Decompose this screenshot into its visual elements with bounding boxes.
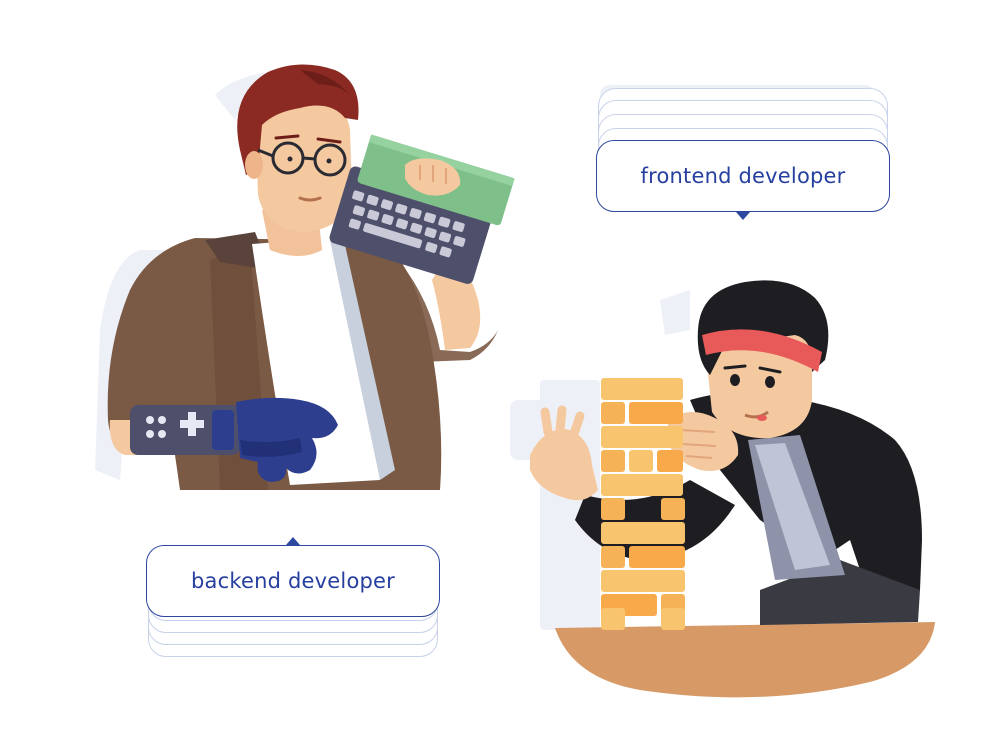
backend-label-text: backend developer — [191, 569, 395, 593]
backend-label-pointer — [286, 537, 300, 545]
frontend-label-stack: frontend developer — [596, 88, 892, 223]
backend-developer-figure — [107, 64, 515, 490]
frontend-label-pointer — [736, 212, 750, 220]
table — [555, 622, 935, 698]
backend-label: backend developer — [146, 545, 440, 617]
frontend-label: frontend developer — [596, 140, 890, 212]
backend-label-stack: backend developer — [146, 537, 442, 677]
frontend-label-text: frontend developer — [640, 164, 846, 188]
